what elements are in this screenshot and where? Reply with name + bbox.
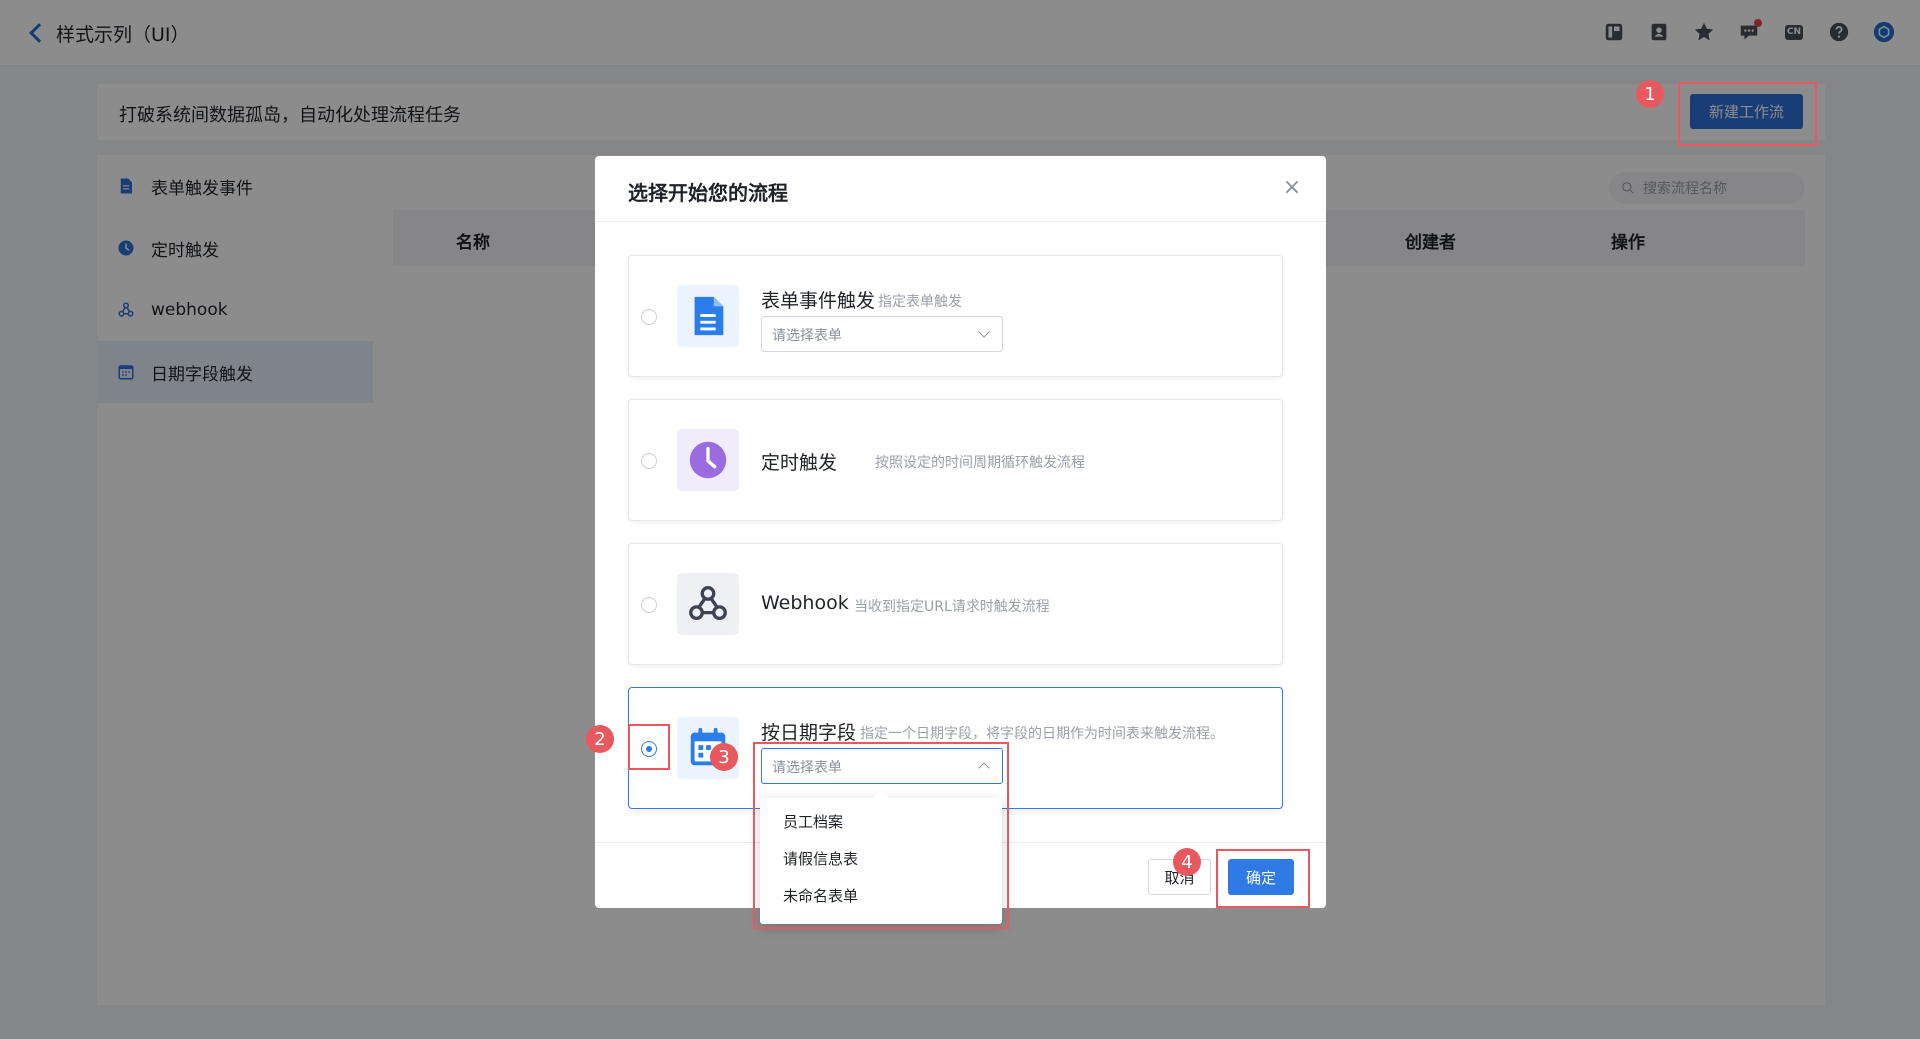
option-radio[interactable] <box>641 309 657 325</box>
annotation-badge-4: 4 <box>1173 848 1201 876</box>
form-select[interactable]: 请选择表单 <box>761 748 1003 784</box>
form-select[interactable]: 请选择表单 <box>761 316 1003 352</box>
clock-icon <box>677 429 739 491</box>
annotation-badge-3: 3 <box>710 743 738 771</box>
form-dropdown: 员工档案 请假信息表 未命名表单 <box>760 798 1002 924</box>
dropdown-item[interactable]: 未命名表单 <box>760 878 1002 915</box>
option-description: 当收到指定URL请求时触发流程 <box>854 599 1050 615</box>
chevron-down-icon <box>978 326 990 338</box>
option-description: 按照设定的时间周期循环触发流程 <box>875 455 1085 471</box>
option-title: 按日期字段 <box>761 722 857 744</box>
option-description: 指定一个日期字段，将字段的日期作为时间表来触发流程。 <box>860 726 1224 742</box>
option-webhook[interactable]: Webhook 当收到指定URL请求时触发流程 <box>628 543 1283 665</box>
option-radio[interactable] <box>641 453 657 469</box>
option-title: Webhook <box>761 592 849 614</box>
close-icon[interactable]: × <box>1280 176 1304 200</box>
select-flow-dialog: 选择开始您的流程 × 表单事件触发 指定表单触发 请选择表单 定时触发 按照设定… <box>595 156 1326 908</box>
option-title: 定时触发 <box>761 452 838 474</box>
dialog-title: 选择开始您的流程 <box>628 181 788 205</box>
confirm-button[interactable]: 确定 <box>1228 859 1294 895</box>
chevron-up-icon <box>978 762 990 774</box>
option-title: 表单事件触发 <box>761 290 876 312</box>
dialog-header: 选择开始您的流程 × <box>595 156 1326 222</box>
dropdown-item[interactable]: 请假信息表 <box>760 841 1002 878</box>
option-radio[interactable] <box>641 741 657 757</box>
annotation-badge-2: 2 <box>586 725 614 753</box>
document-icon <box>677 285 739 347</box>
webhook-icon <box>677 573 739 635</box>
option-timer-trigger[interactable]: 定时触发 按照设定的时间周期循环触发流程 <box>628 399 1283 521</box>
annotation-badge-1: 1 <box>1636 80 1664 108</box>
option-description: 指定表单触发 <box>878 294 962 310</box>
option-radio[interactable] <box>641 597 657 613</box>
dropdown-item[interactable]: 员工档案 <box>760 804 1002 841</box>
option-form-trigger[interactable]: 表单事件触发 指定表单触发 请选择表单 <box>628 255 1283 377</box>
